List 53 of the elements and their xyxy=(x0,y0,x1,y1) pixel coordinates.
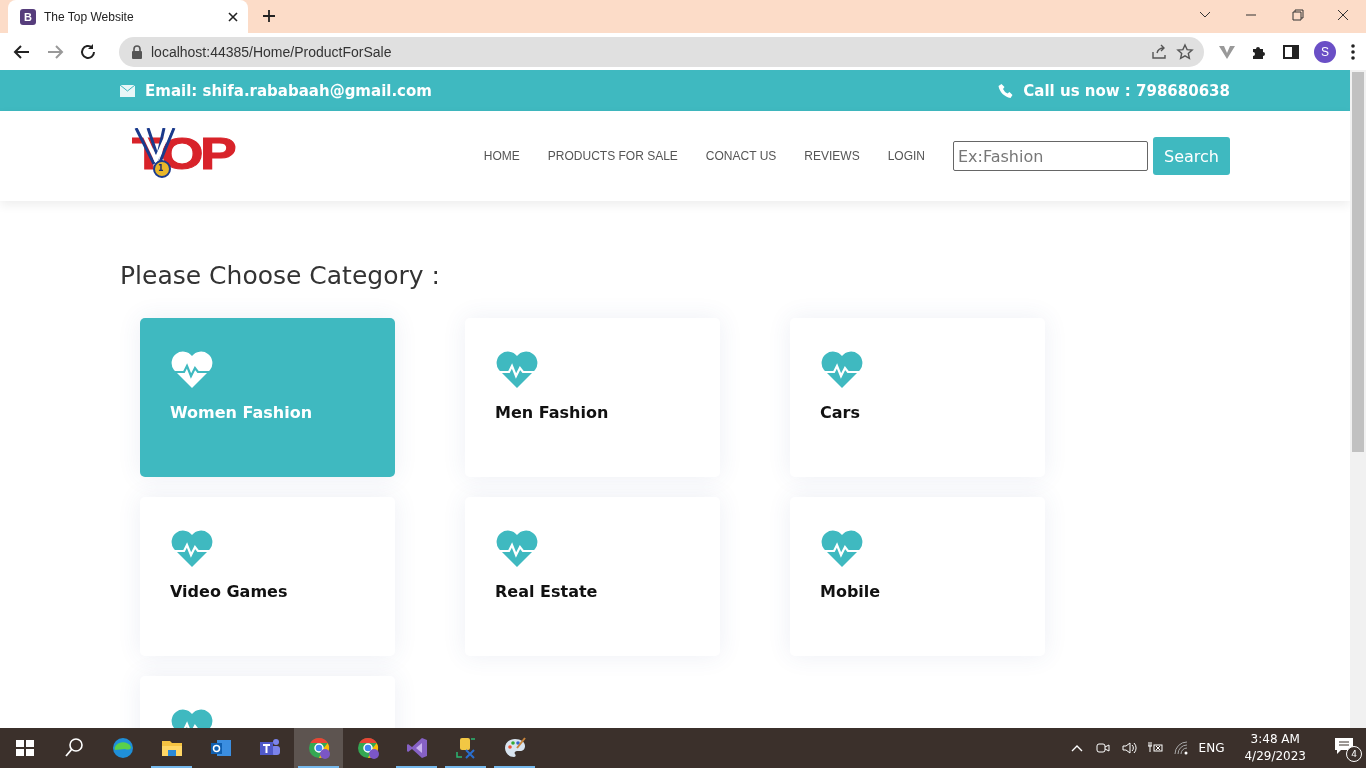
category-card[interactable]: Video Games xyxy=(140,497,395,656)
star-icon[interactable] xyxy=(1176,42,1194,61)
category-card[interactable]: Mobile xyxy=(790,497,1045,656)
camera-icon[interactable] xyxy=(1094,740,1111,756)
favicon: B xyxy=(20,8,36,25)
language-indicator[interactable]: ENG xyxy=(1198,741,1225,755)
tab-title: The Top Website xyxy=(44,9,135,24)
menu-icon[interactable] xyxy=(1350,42,1356,61)
heartbeat-icon xyxy=(170,351,214,389)
heartbeat-icon xyxy=(170,530,214,568)
share-icon[interactable] xyxy=(1150,42,1168,61)
heartbeat-icon xyxy=(495,530,539,568)
category-card[interactable]: Cars xyxy=(790,318,1045,477)
address-bar[interactable]: localhost:44385/Home/ProductForSale xyxy=(119,36,1204,67)
category-name: Video Games xyxy=(170,582,289,601)
envelope-icon xyxy=(120,83,135,98)
browser-tab[interactable]: B The Top Website xyxy=(8,0,248,33)
wifi-icon[interactable] xyxy=(1172,740,1189,756)
scrollbar[interactable] xyxy=(1350,70,1366,728)
nav-link[interactable]: CONACT US xyxy=(705,149,777,163)
category-name: Women Fashion xyxy=(170,403,314,422)
category-card[interactable]: Real Estate xyxy=(465,497,720,656)
email-text: Email: shifa.rababaah@gmail.com xyxy=(145,81,432,100)
page-heading: Please Choose Category : xyxy=(120,261,441,290)
side-panel-icon[interactable] xyxy=(1282,42,1300,61)
lock-icon xyxy=(131,42,143,61)
browser-app-icon xyxy=(355,736,380,760)
phone-icon xyxy=(998,83,1014,98)
url-text: localhost:44385/Home/ProductForSale xyxy=(151,43,393,60)
clock[interactable]: 3:48 AM 4/29/2023 xyxy=(1244,731,1306,765)
category-card[interactable]: Men Fashion xyxy=(465,318,720,477)
nav-link[interactable]: LOGIN xyxy=(887,149,925,163)
infinity-app-icon xyxy=(404,736,429,760)
phone-text: Call us now : 798680638 xyxy=(1023,81,1230,100)
speaker-icon[interactable] xyxy=(1120,740,1137,756)
swirl-icon xyxy=(110,736,135,760)
browser-app-icon xyxy=(306,736,331,760)
new-tab-icon[interactable] xyxy=(262,9,276,23)
category-name: Cars xyxy=(820,403,861,422)
nav-link[interactable]: REVIEWS xyxy=(804,149,860,163)
close-icon[interactable] xyxy=(226,9,240,24)
heartbeat-icon xyxy=(820,530,864,568)
profile-avatar[interactable]: S xyxy=(1314,40,1336,63)
tools-app-icon xyxy=(453,736,478,760)
nav-link[interactable]: HOME xyxy=(483,149,520,163)
category-name: Real Estate xyxy=(495,582,599,601)
heartbeat-icon xyxy=(495,351,539,389)
category-name: Men Fashion xyxy=(495,403,610,422)
search-field[interactable]: Ex:Fashion xyxy=(953,141,1148,171)
heartbeat-icon xyxy=(820,351,864,389)
nav-link[interactable]: PRODUCTS FOR SALE xyxy=(547,149,678,163)
palette-icon xyxy=(502,736,527,760)
category-name: Mobile xyxy=(820,582,882,601)
